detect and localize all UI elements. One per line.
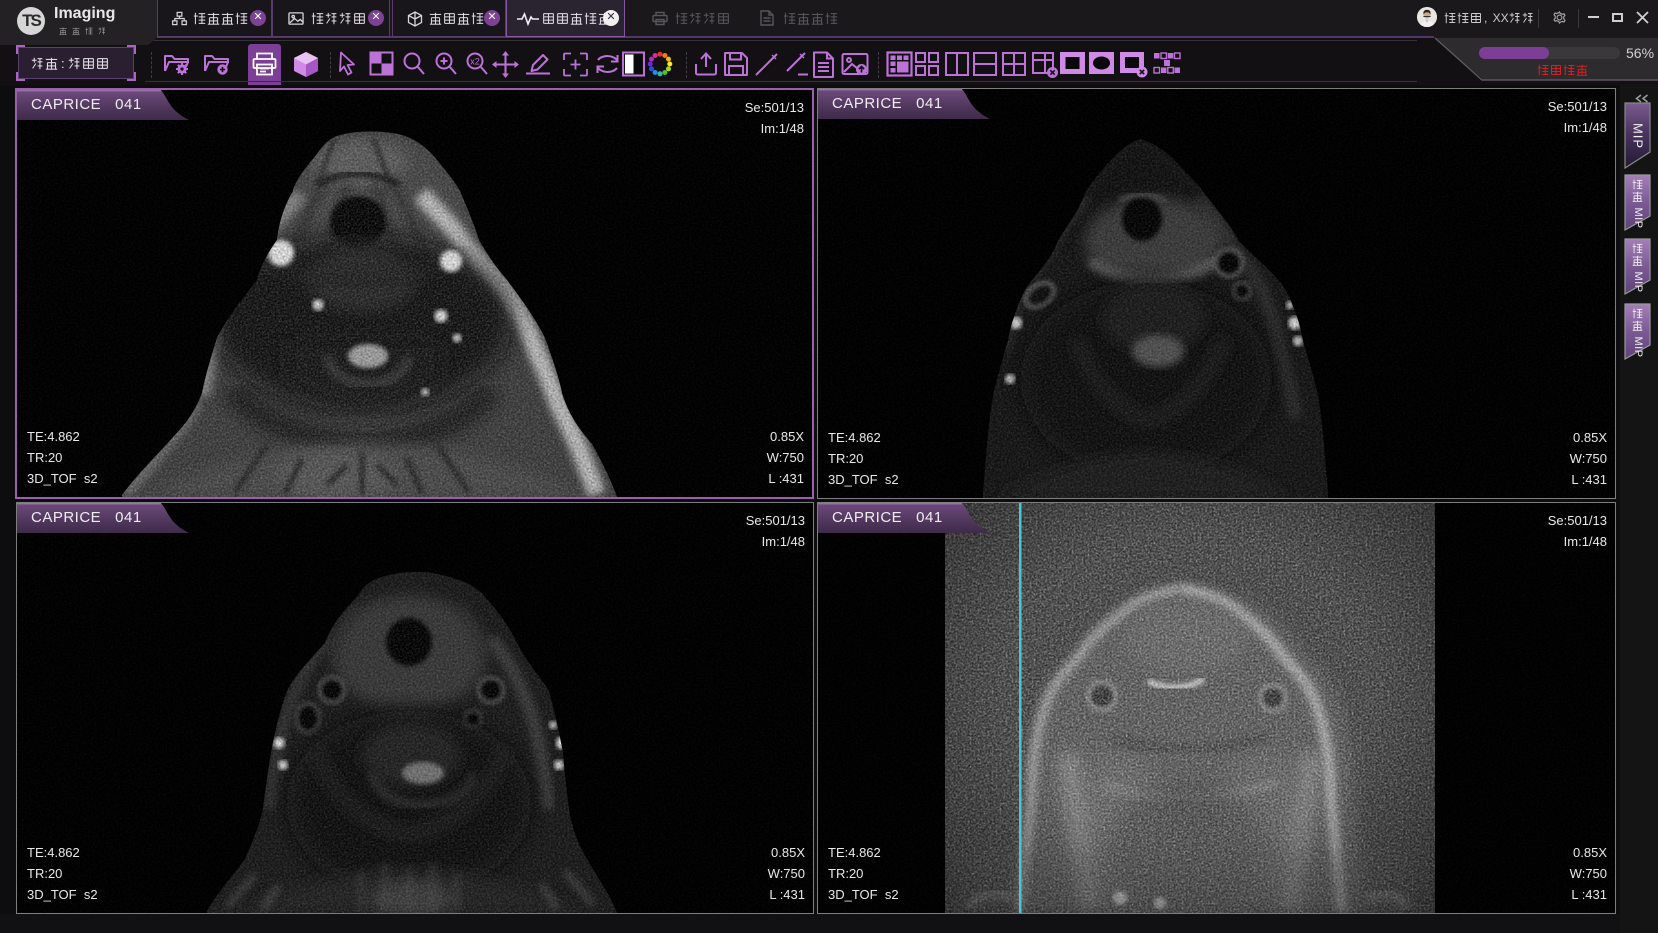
svg-text:x2: x2 <box>470 57 480 67</box>
